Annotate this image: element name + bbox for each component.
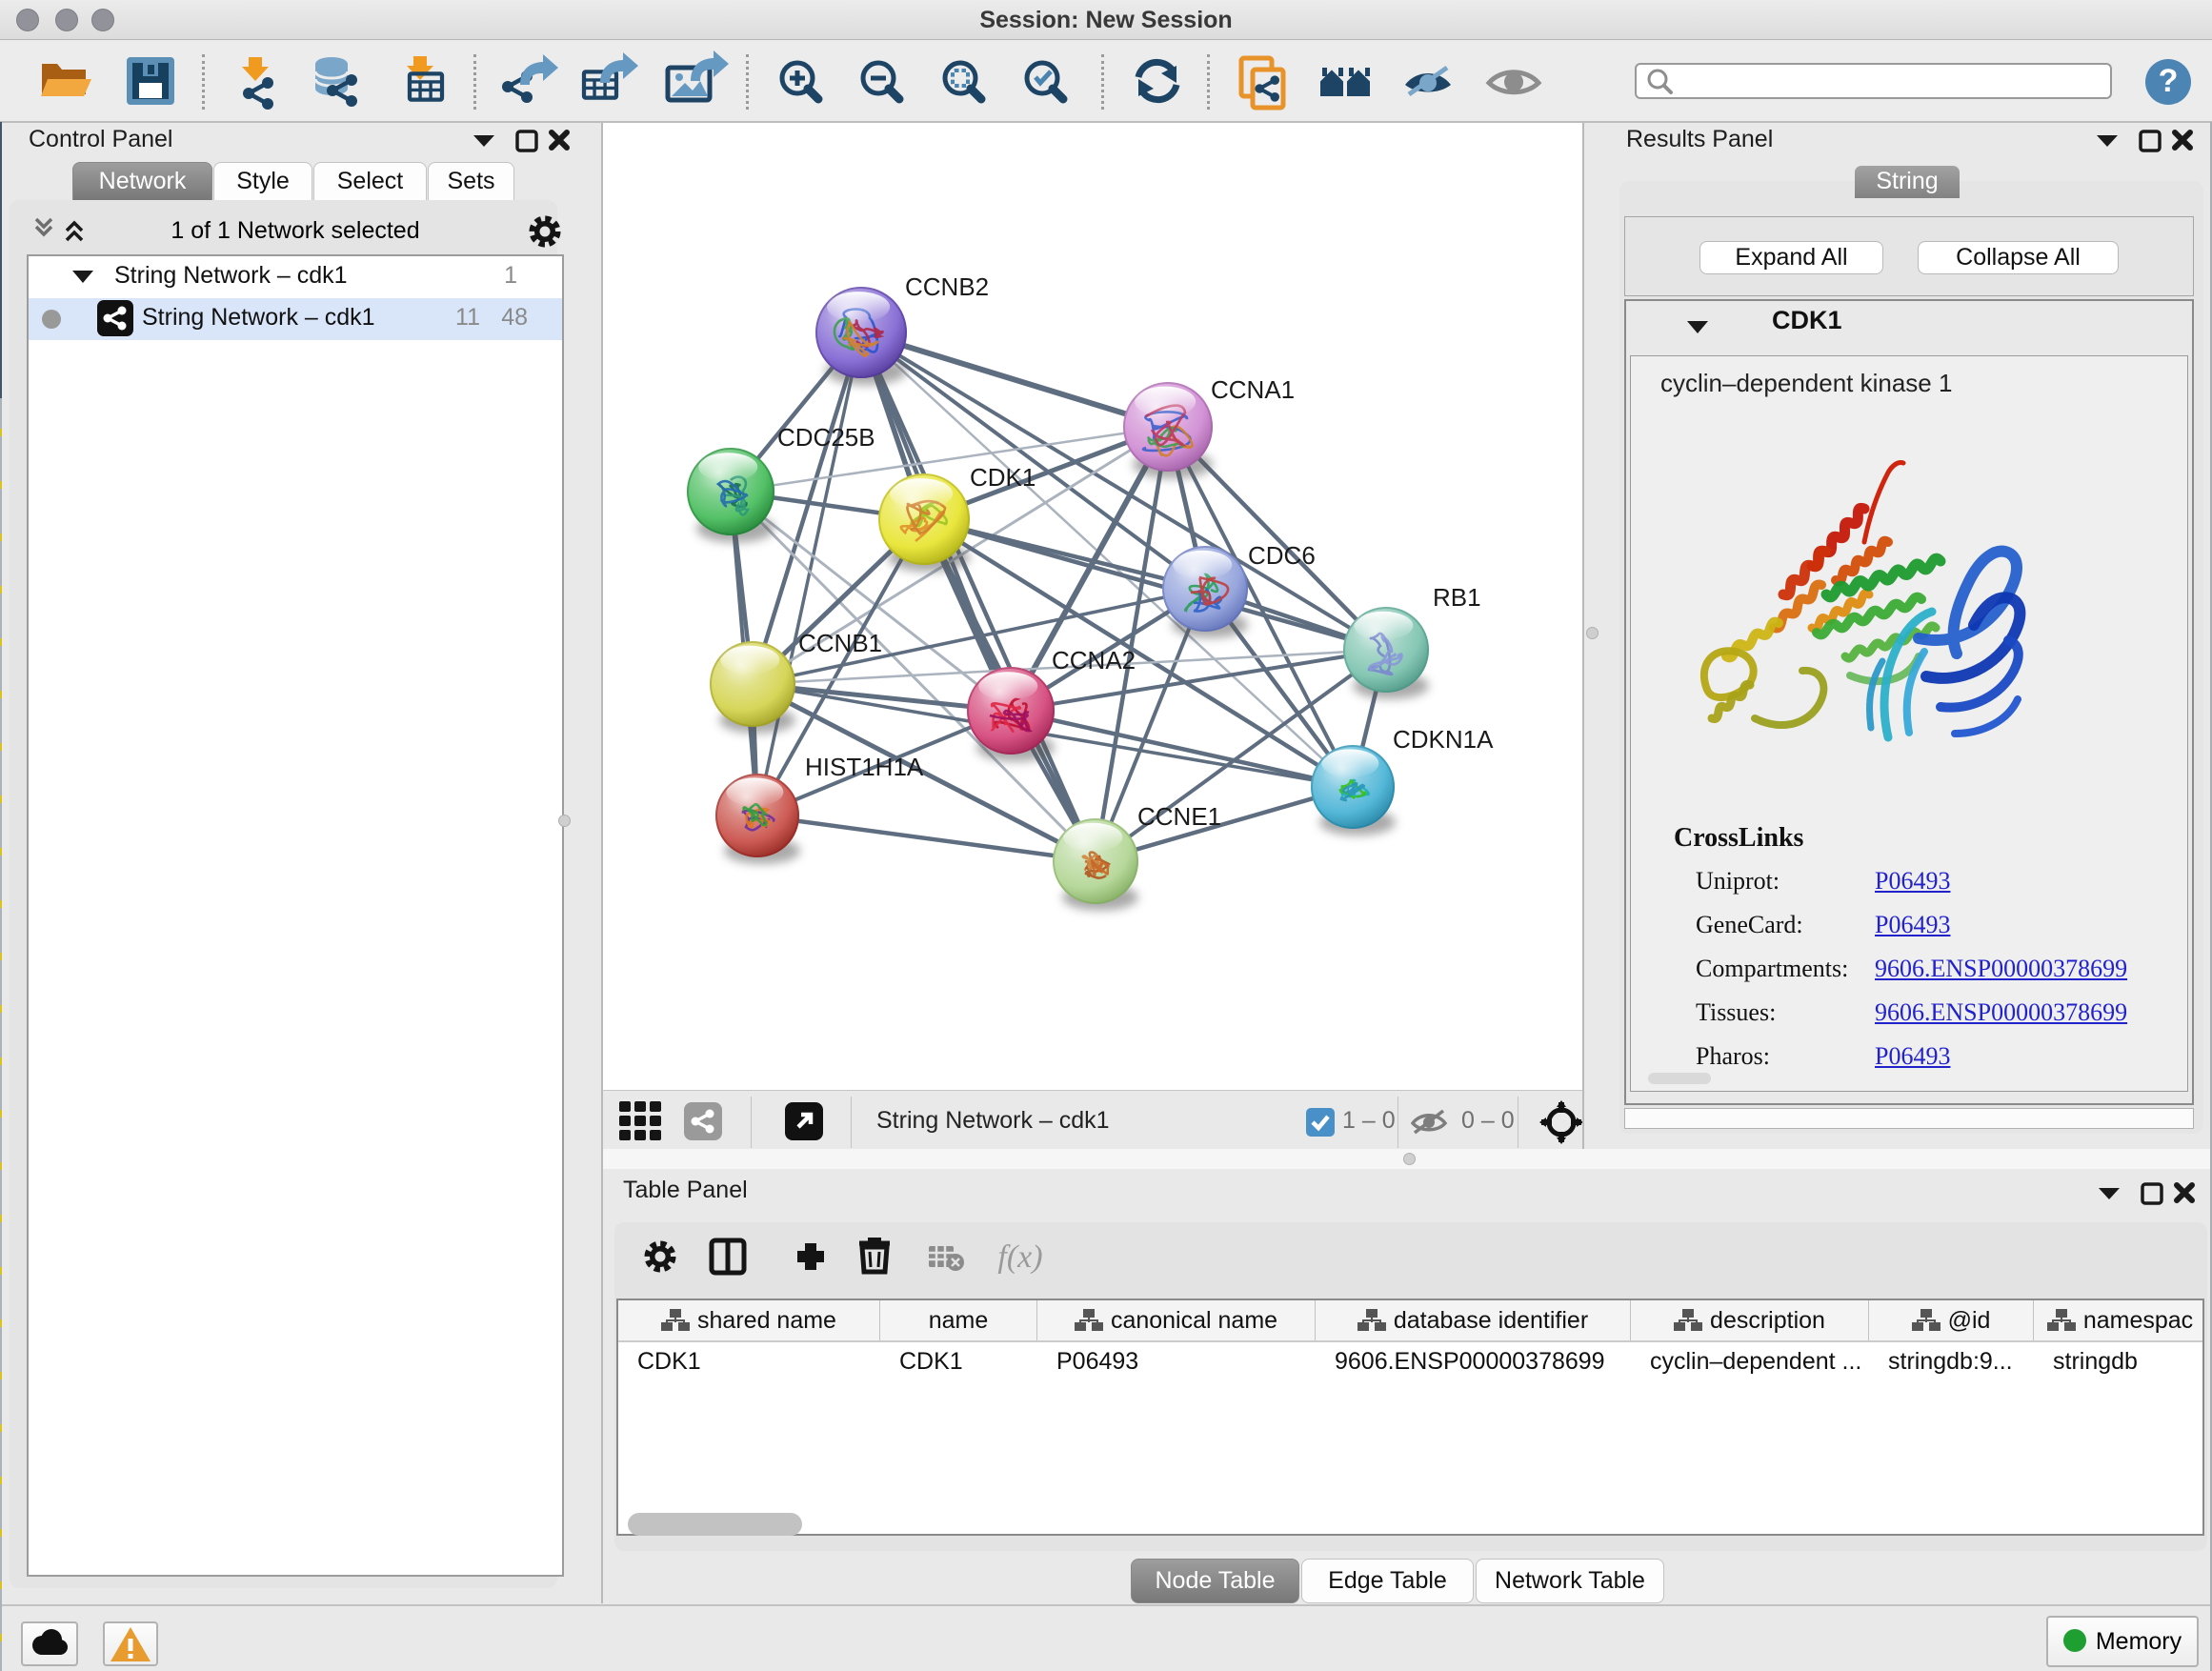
svg-text:CDC25B: CDC25B: [777, 423, 875, 452]
svg-text:CDK1: CDK1: [970, 463, 1036, 492]
svg-text:CCNA2: CCNA2: [1052, 646, 1136, 674]
svg-text:CCNB1: CCNB1: [798, 629, 882, 657]
svg-text:CCNE1: CCNE1: [1137, 802, 1221, 831]
svg-text:f(x): f(x): [997, 1239, 1042, 1275]
svg-text:CCNB2: CCNB2: [905, 272, 989, 301]
svg-text:CDKN1A: CDKN1A: [1393, 725, 1494, 754]
svg-text:CCNA1: CCNA1: [1211, 375, 1295, 404]
svg-text:CDC6: CDC6: [1248, 541, 1316, 570]
svg-text:HIST1H1A: HIST1H1A: [805, 753, 924, 781]
svg-text:RB1: RB1: [1433, 583, 1481, 612]
